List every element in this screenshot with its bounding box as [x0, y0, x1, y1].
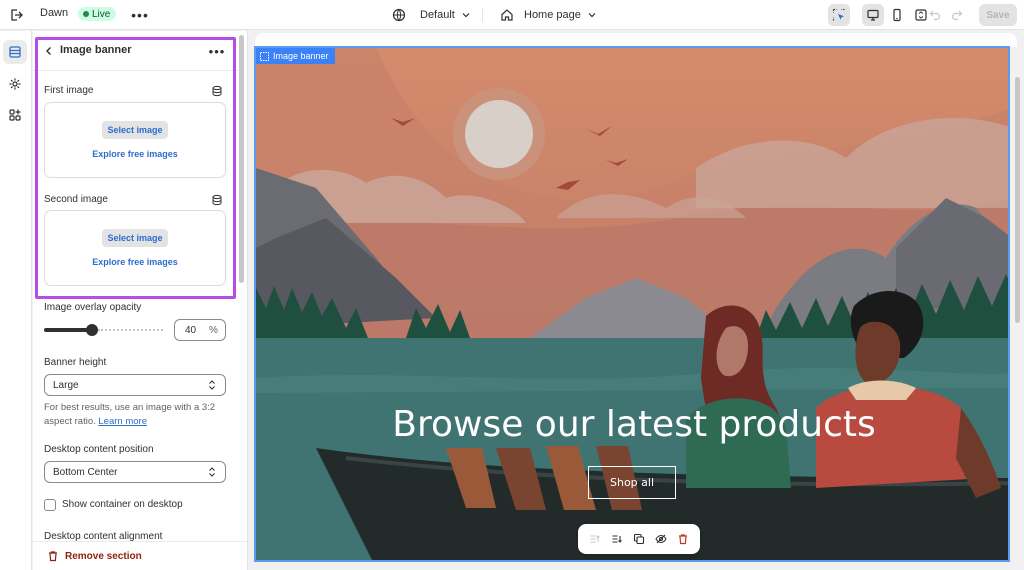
- second-image-label: Second image: [44, 194, 108, 205]
- show-container-checkbox[interactable]: [44, 499, 56, 511]
- desktop-position-value: Bottom Center: [53, 467, 118, 478]
- chevron-down-icon: [588, 13, 596, 18]
- globe-icon: [392, 8, 406, 22]
- preview-canvas-top: [255, 33, 1017, 47]
- select-chevron-icon: [209, 380, 215, 390]
- move-down-icon[interactable]: [609, 531, 625, 547]
- explore-free-images-link[interactable]: Explore free images: [45, 257, 225, 267]
- global-settings-selector[interactable]: Default: [392, 6, 471, 24]
- live-badge-label: Live: [92, 8, 111, 20]
- slider-thumb[interactable]: [86, 324, 98, 336]
- icon-rail: [0, 31, 32, 570]
- dynamic-source-icon[interactable]: [211, 194, 223, 206]
- section-more-icon[interactable]: •••: [207, 42, 227, 60]
- block-floating-toolbar: [578, 524, 700, 554]
- duplicate-icon[interactable]: [631, 531, 647, 547]
- more-options-icon[interactable]: •••: [130, 5, 150, 25]
- sections-icon[interactable]: [3, 40, 27, 64]
- preview-scrollbar[interactable]: [1015, 77, 1020, 323]
- save-button[interactable]: Save: [979, 4, 1017, 26]
- show-container-label: Show container on desktop: [62, 499, 183, 510]
- banner-height-help: For best results, use an image with a 3:…: [44, 401, 228, 429]
- divider: [482, 8, 483, 22]
- first-image-label: First image: [44, 85, 94, 96]
- desktop-position-label: Desktop content position: [44, 444, 154, 455]
- overlay-opacity-slider[interactable]: [44, 324, 163, 336]
- overlay-opacity-value: 40: [185, 325, 197, 336]
- explore-free-images-link[interactable]: Explore free images: [45, 149, 225, 159]
- divider: [852, 4, 860, 26]
- learn-more-link[interactable]: Learn more: [98, 416, 147, 427]
- preview-pane: Image banner Browse our latest products …: [249, 31, 1024, 570]
- desktop-view-icon[interactable]: [862, 4, 884, 26]
- image-banner-section[interactable]: Image banner Browse our latest products …: [254, 46, 1010, 562]
- mobile-view-icon[interactable]: [886, 4, 908, 26]
- desktop-position-select[interactable]: Bottom Center: [44, 461, 226, 483]
- remove-section-label: Remove section: [65, 550, 142, 562]
- global-settings-label: Default: [420, 9, 455, 21]
- trash-icon: [49, 551, 57, 562]
- live-dot-icon: [83, 11, 89, 17]
- banner-heading[interactable]: Browse our latest products: [256, 404, 1008, 445]
- overlay-opacity-label: Image overlay opacity: [44, 302, 142, 313]
- top-bar: Dawn Live ••• Default Home page Save: [0, 0, 1024, 30]
- sidebar-footer: Remove section: [33, 541, 247, 570]
- section-settings-sidebar: Image banner ••• First image Select imag…: [33, 31, 248, 570]
- overlay-opacity-input[interactable]: 40 %: [174, 319, 226, 341]
- redo-icon[interactable]: [948, 5, 966, 25]
- theme-settings-gear-icon[interactable]: [3, 72, 27, 96]
- dynamic-source-icon[interactable]: [211, 85, 223, 97]
- select-image-button[interactable]: Select image: [102, 229, 168, 247]
- live-badge: Live: [78, 7, 117, 21]
- shop-all-button[interactable]: Shop all: [588, 466, 676, 499]
- page-selector-label: Home page: [524, 9, 581, 21]
- sidebar-scrollbar[interactable]: [239, 35, 244, 283]
- back-arrow-icon[interactable]: [42, 44, 56, 58]
- second-image-picker: Select image Explore free images: [44, 210, 226, 286]
- percent-unit: %: [209, 325, 218, 336]
- hide-eye-icon[interactable]: [653, 531, 669, 547]
- banner-height-label: Banner height: [44, 357, 107, 368]
- first-image-picker: Select image Explore free images: [44, 102, 226, 178]
- undo-icon[interactable]: [926, 5, 944, 25]
- slider-fill: [44, 328, 92, 332]
- banner-height-select[interactable]: Large: [44, 374, 226, 396]
- preview-tools: [828, 4, 932, 26]
- inspector-icon[interactable]: [828, 4, 850, 26]
- section-grid-icon: [260, 51, 269, 61]
- slider-rest: [98, 329, 163, 331]
- banner-height-value: Large: [53, 380, 79, 391]
- chevron-down-icon: [462, 13, 470, 18]
- page-selector[interactable]: Home page: [500, 6, 597, 24]
- theme-name: Dawn: [40, 7, 69, 19]
- sidebar-header: Image banner •••: [33, 31, 238, 71]
- apps-icon[interactable]: [3, 103, 27, 127]
- select-chevron-icon: [209, 467, 215, 477]
- delete-trash-icon[interactable]: [675, 531, 691, 547]
- section-tag: Image banner: [256, 48, 335, 64]
- section-title: Image banner: [60, 44, 132, 56]
- exit-icon[interactable]: [6, 5, 26, 25]
- move-up-icon[interactable]: [587, 531, 603, 547]
- home-icon: [501, 9, 513, 21]
- section-tag-label: Image banner: [273, 51, 329, 61]
- select-image-button[interactable]: Select image: [102, 121, 168, 139]
- remove-section-button[interactable]: Remove section: [47, 550, 142, 562]
